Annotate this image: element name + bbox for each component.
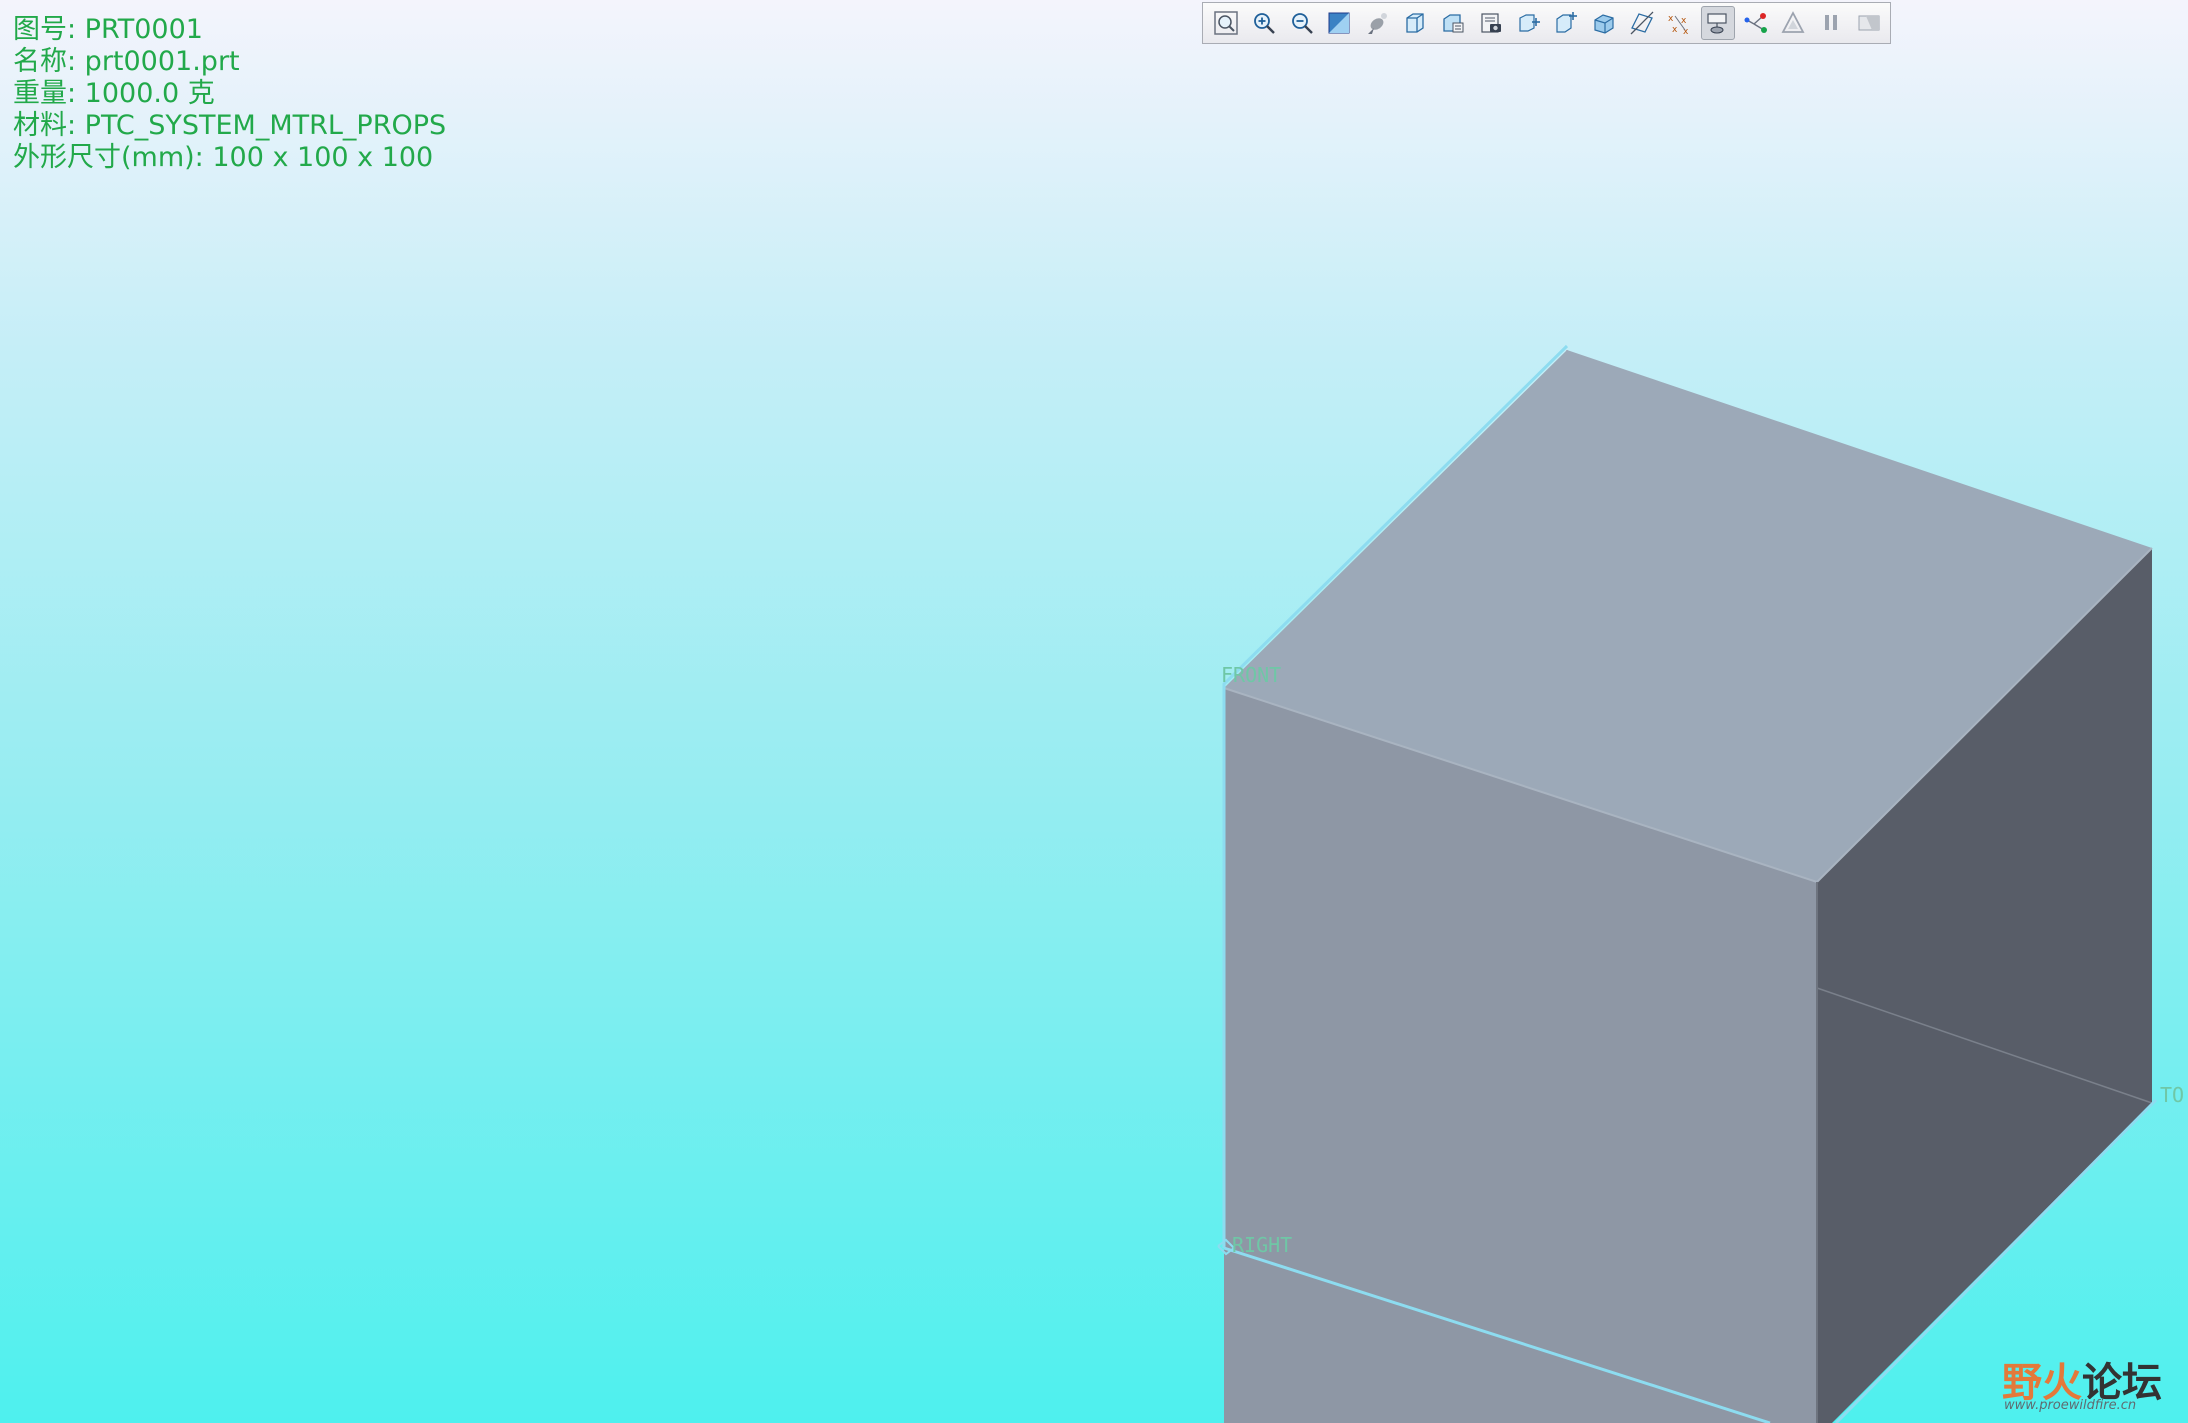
- datum-label-right: RIGHT: [1232, 1233, 1292, 1257]
- model-viewport[interactable]: FRONT RIGHT TO: [0, 0, 2188, 1423]
- datum-label-top: TO: [2160, 1083, 2184, 1107]
- datum-label-front: FRONT: [1221, 663, 1281, 687]
- forum-watermark-url: www.proewildfire.cn: [2004, 1398, 2137, 1413]
